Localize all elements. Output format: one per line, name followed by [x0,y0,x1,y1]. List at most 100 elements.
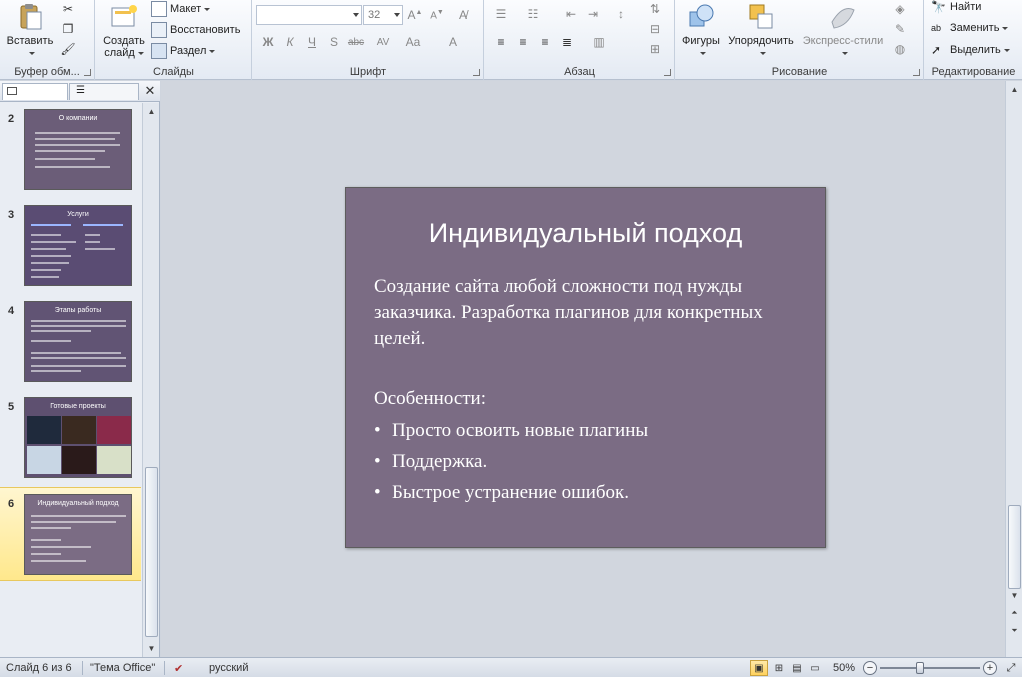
slide-title[interactable]: Индивидуальный подход [346,218,825,249]
decrease-indent-button[interactable]: ⇤ [561,5,581,23]
line-spacing-button[interactable]: ↕ [611,5,631,23]
slide-content[interactable]: Создание сайта любой сложности под нужды… [374,274,804,511]
scrollbar-thumb[interactable] [1008,505,1021,589]
font-size-combo[interactable]: 32 [363,5,403,25]
strikethrough-icon: abc [347,36,365,48]
quick-styles-button[interactable]: Экспресс-стили [798,2,888,59]
tab-slides[interactable] [2,83,68,100]
thumbnail-slide-2[interactable]: О компании [24,109,132,190]
tab-outline[interactable]: ☰ [69,83,139,100]
slideshow-button[interactable]: ▭ [806,660,824,676]
thumbnail-number: 4 [8,305,15,317]
language-indicator[interactable]: русский [209,662,248,674]
change-case-icon: Aa [405,35,421,49]
spellcheck-icon[interactable]: ✔ [174,662,183,675]
change-case-button[interactable]: Aa [403,33,423,51]
italic-button[interactable]: К [280,33,300,51]
scroll-up-arrow[interactable]: ▲ [143,103,160,120]
align-text-button[interactable]: ⊟ [645,20,665,38]
thumbnail-row-3[interactable]: 3 Услуги [0,199,141,289]
paragraph-launcher[interactable] [664,69,671,76]
scrollbar-thumb[interactable] [145,467,158,637]
drawing-group-label: Рисование [771,66,828,78]
clear-format-button[interactable]: A̸ [453,6,473,24]
scroll-down-arrow[interactable]: ▼ [1006,587,1022,604]
fit-to-window-button[interactable]: ⤢ [1004,661,1018,675]
current-slide[interactable]: Индивидуальный подход Создание сайта люб… [345,187,826,548]
clipboard-launcher[interactable] [84,69,91,76]
bullets-button[interactable]: ☰ [491,5,511,23]
underline-button[interactable]: Ч [302,33,322,51]
zoom-out-button[interactable]: − [863,661,877,675]
next-slide-button[interactable]: ⏷ [1006,622,1022,639]
section-label: Раздел [170,45,207,57]
thumbnail-row-4[interactable]: 4 Этапы работы [0,295,141,385]
align-right-icon: ≡ [541,35,549,49]
drawing-launcher[interactable] [913,69,920,76]
font-color-button[interactable]: A [443,33,463,51]
char-spacing-button[interactable]: AV [373,33,393,51]
bold-button[interactable]: Ж [258,33,278,51]
scroll-down-arrow[interactable]: ▼ [143,640,160,657]
shrink-font-button[interactable]: A▼ [427,6,447,24]
thumbnails-scrollbar[interactable]: ▲ ▼ [142,103,159,657]
select-button[interactable]: ➚ Выделить [931,41,1010,59]
scissors-icon: ✂ [62,2,74,16]
slide-sorter-icon: ⊞ [774,662,784,674]
align-left-button[interactable]: ≡ [491,33,511,51]
columns-button[interactable]: ▥ [589,33,609,51]
shape-outline-button[interactable]: ✎ [890,20,910,38]
thumbnail-row-5[interactable]: 5 Готовые проекты [0,391,141,481]
justify-button[interactable]: ≣ [557,33,577,51]
slide-editing-area[interactable]: Индивидуальный подход Создание сайта люб… [161,81,1005,657]
text-direction-button[interactable]: ⇅ [645,0,665,18]
thumbnail-row-6[interactable]: 6 Индивидуальный подход [0,487,141,581]
find-button[interactable]: 🔭 Найти [931,0,981,16]
thumbnail-slide-3[interactable]: Услуги [24,205,132,286]
grow-font-button[interactable]: A▲ [405,6,425,24]
increase-indent-button[interactable]: ⇥ [583,5,603,23]
shape-effects-button[interactable]: ◍ [890,40,910,58]
underline-icon: Ч [308,35,316,49]
zoom-level[interactable]: 50% [833,662,855,674]
copy-button[interactable]: ❐ [58,20,78,38]
reset-button[interactable]: Восстановить [151,21,240,39]
thumbnail-slide-4[interactable]: Этапы работы [24,301,132,382]
align-center-button[interactable]: ≡ [513,33,533,51]
slide-sorter-button[interactable]: ⊞ [770,660,788,676]
bullet-text: Поддержка. [392,451,488,472]
shadow-button[interactable]: S [324,33,344,51]
reading-view-button[interactable]: ▤ [788,660,806,676]
smartart-button[interactable]: ⊞ [645,40,665,58]
previous-slide-button[interactable]: ⏶ [1006,604,1022,621]
new-slide-button[interactable]: Создать слайд [100,2,148,59]
font-name-combo[interactable] [256,5,362,25]
replace-button[interactable]: ab Заменить [931,19,1009,37]
layout-button[interactable]: Макет [151,0,211,18]
cut-button[interactable]: ✂ [58,0,78,18]
section-button[interactable]: Раздел [151,42,216,60]
copy-icon: ❐ [62,22,74,36]
format-painter-button[interactable]: 🖌 [58,40,78,58]
thumbnail-slide-5[interactable]: Готовые проекты [24,397,132,478]
clipboard-group: Вставить ✂ ❐ 🖌 Буфер обм... [0,0,95,80]
slide-scrollbar[interactable]: ▲ ▼ ⏶ ⏷ [1005,81,1022,657]
shape-fill-button[interactable]: ◈ [890,0,910,18]
scroll-up-arrow[interactable]: ▲ [1006,81,1022,98]
thumbnail-row-2[interactable]: 2 О компании [0,103,141,193]
close-pane-button[interactable]: ✕ [143,83,157,99]
normal-view-button[interactable]: ▣ [750,660,768,676]
pane-tabs: ☰ ✕ [0,81,160,102]
numbering-button[interactable]: ☷ [523,5,543,23]
strikethrough-button[interactable]: abc [346,33,366,51]
zoom-slider-track[interactable] [880,667,980,669]
font-launcher[interactable] [473,69,480,76]
shapes-button[interactable]: Фигуры [678,2,724,59]
zoom-in-button[interactable]: + [983,661,997,675]
paste-button[interactable]: Вставить [4,2,56,59]
thumbnail-slide-6[interactable]: Индивидуальный подход [24,494,132,575]
zoom-slider-knob[interactable] [916,662,924,674]
arrange-button[interactable]: Упорядочить [724,2,798,59]
align-right-button[interactable]: ≡ [535,33,555,51]
theme-name[interactable]: "Тема Office" [90,662,155,674]
